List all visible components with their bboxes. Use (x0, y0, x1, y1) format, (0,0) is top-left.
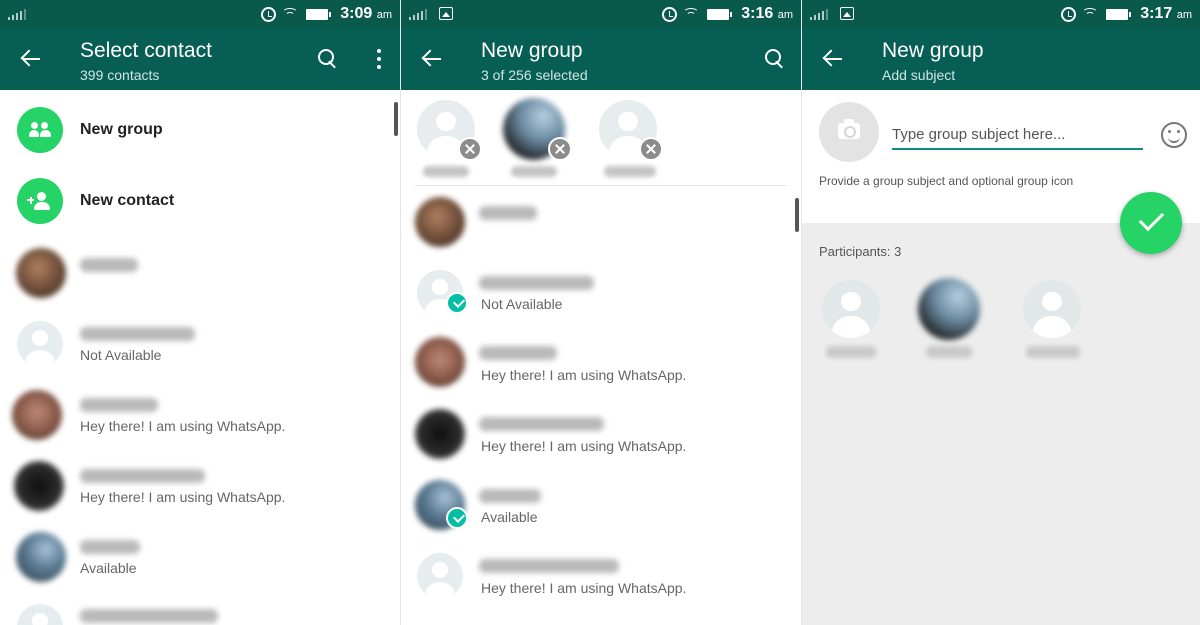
app-bar: New group 3 of 256 selected (401, 28, 801, 90)
confirm-button[interactable] (1120, 192, 1182, 254)
contact-name (479, 417, 604, 431)
chip-name (511, 166, 557, 177)
remove-icon[interactable] (639, 137, 663, 161)
new-group-select-screen: 3:16 am New group 3 of 256 selected Not … (400, 0, 801, 625)
status-bar: 3:09 am (0, 0, 400, 28)
participant-name (826, 346, 876, 358)
add-person-icon-circle (17, 178, 63, 224)
page-subtitle: Add subject (882, 67, 956, 83)
contact-name (80, 540, 140, 554)
search-icon[interactable] (318, 49, 338, 69)
select-contact-screen: 3:09 am Select contact 399 contacts New … (0, 0, 400, 625)
group-icon-circle (17, 107, 63, 153)
status-bar: 3:16 am (401, 0, 801, 28)
status-time: 3:16 am (741, 5, 793, 22)
chip-name (604, 166, 656, 177)
wifi-icon (1082, 7, 1099, 21)
gallery-icon (439, 7, 453, 20)
group-icon (29, 122, 51, 138)
contact-name (479, 206, 537, 220)
add-person-icon (27, 191, 53, 211)
app-bar: New group Add subject (802, 28, 1200, 90)
contact-status: Hey there! I am using WhatsApp. (481, 580, 687, 596)
contact-name (479, 276, 594, 290)
contact-status: Hey there! I am using WhatsApp. (80, 489, 286, 505)
back-arrow-icon[interactable] (421, 49, 443, 69)
page-title: Select contact (80, 39, 212, 62)
app-bar: Select contact 399 contacts (0, 28, 400, 90)
avatar (17, 604, 63, 625)
remove-icon[interactable] (458, 137, 482, 161)
contact-status: Available (80, 560, 137, 576)
contact-status: Not Available (481, 296, 563, 312)
new-contact-label: New contact (80, 192, 175, 209)
new-group-subject-screen: 3:17 am New group Add subject Provide a … (801, 0, 1200, 625)
contact-name (80, 327, 195, 341)
avatar (14, 461, 64, 511)
scrollbar[interactable] (795, 198, 799, 232)
search-icon[interactable] (765, 49, 785, 69)
more-options-icon[interactable] (376, 49, 382, 69)
back-arrow-icon[interactable] (822, 49, 844, 69)
avatar (1023, 280, 1081, 338)
contact-name (80, 398, 158, 412)
group-icon-picker[interactable] (819, 102, 879, 162)
battery-icon (1106, 8, 1132, 20)
avatar (12, 390, 62, 440)
wifi-icon (683, 7, 700, 21)
signal-icon (810, 9, 828, 20)
avatar (415, 409, 465, 459)
contact-status: Not Available (80, 347, 162, 363)
avatar (415, 337, 465, 387)
contact-name (80, 469, 205, 483)
camera-icon (838, 119, 860, 139)
avatar (918, 278, 980, 340)
scrollbar[interactable] (394, 102, 398, 136)
battery-icon (306, 8, 332, 20)
alarm-icon (261, 6, 277, 22)
contact-status: Available (481, 509, 538, 525)
page-title: New group (481, 39, 583, 62)
avatar (16, 532, 66, 582)
contact-name (479, 489, 541, 503)
status-time: 3:17 am (1140, 5, 1192, 22)
contact-status: Hey there! I am using WhatsApp. (481, 438, 687, 454)
status-bar: 3:17 am (802, 0, 1200, 28)
avatar (417, 553, 463, 599)
participant-name (926, 346, 972, 358)
subject-hint: Provide a group subject and optional gro… (819, 174, 1074, 188)
page-title: New group (882, 39, 984, 62)
emoji-icon[interactable] (1161, 122, 1187, 148)
page-subtitle: 3 of 256 selected (481, 67, 588, 83)
selected-check-icon (446, 507, 468, 529)
signal-icon (8, 9, 26, 20)
contact-name (80, 609, 218, 623)
avatar (415, 197, 465, 247)
page-subtitle: 399 contacts (80, 67, 160, 83)
status-time: 3:09 am (340, 5, 392, 22)
alarm-icon (662, 6, 678, 22)
contact-name (479, 559, 619, 573)
new-group-label: New group (80, 121, 163, 138)
gallery-icon (840, 7, 854, 20)
group-subject-input[interactable] (892, 120, 1143, 150)
remove-icon[interactable] (548, 137, 572, 161)
contact-name (479, 346, 557, 360)
avatar (16, 248, 66, 298)
alarm-icon (1061, 6, 1077, 22)
selected-check-icon (446, 292, 468, 314)
contact-name (80, 258, 138, 272)
back-arrow-icon[interactable] (20, 49, 42, 69)
participant-name (1026, 346, 1080, 358)
signal-icon (409, 9, 427, 20)
contact-status: Hey there! I am using WhatsApp. (80, 418, 286, 434)
avatar (822, 280, 880, 338)
wifi-icon (282, 7, 299, 21)
avatar (17, 321, 63, 367)
participants-label: Participants: 3 (819, 244, 902, 259)
divider (415, 185, 787, 186)
chip-name (423, 166, 469, 177)
battery-icon (707, 8, 733, 20)
contact-status: Hey there! I am using WhatsApp. (481, 367, 687, 383)
